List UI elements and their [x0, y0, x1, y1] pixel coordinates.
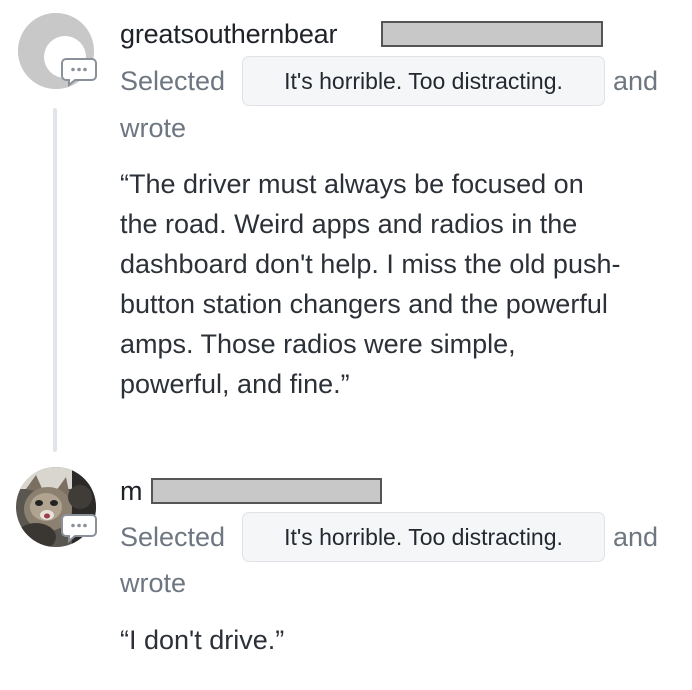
comment-text: “I don't drive.”: [120, 625, 285, 655]
and-label: and: [613, 66, 659, 96]
speech-bubble-icon: [61, 513, 97, 543]
choice-pill[interactable]: It's horrible. Too distracting.: [242, 56, 605, 106]
redaction-box: [381, 21, 603, 47]
choice-row: Selected It's horrible. Too distracting.…: [120, 56, 680, 108]
username[interactable]: m: [120, 476, 142, 507]
and-label: and: [613, 522, 659, 552]
wrote-label: wrote: [120, 113, 187, 143]
comment-text: “The driver must always be focused on th…: [120, 169, 621, 399]
selected-label: Selected: [120, 522, 226, 552]
selected-label: Selected: [120, 66, 226, 96]
wrote-label: wrote: [120, 568, 187, 598]
comment-item: greatsouthernbear Selected It's horrible…: [0, 0, 692, 455]
username-row: m: [120, 475, 382, 507]
choice-row: Selected It's horrible. Too distracting.…: [120, 512, 680, 564]
username-row: greatsouthernbear: [120, 18, 603, 50]
speech-bubble-icon: [61, 57, 97, 87]
choice-pill[interactable]: It's horrible. Too distracting.: [242, 512, 605, 562]
redaction-box: [151, 478, 382, 504]
username[interactable]: greatsouthernbear: [120, 19, 337, 50]
comment-item: m Selected It's horrible. Too distractin…: [0, 455, 692, 690]
thread-line: [53, 108, 57, 452]
